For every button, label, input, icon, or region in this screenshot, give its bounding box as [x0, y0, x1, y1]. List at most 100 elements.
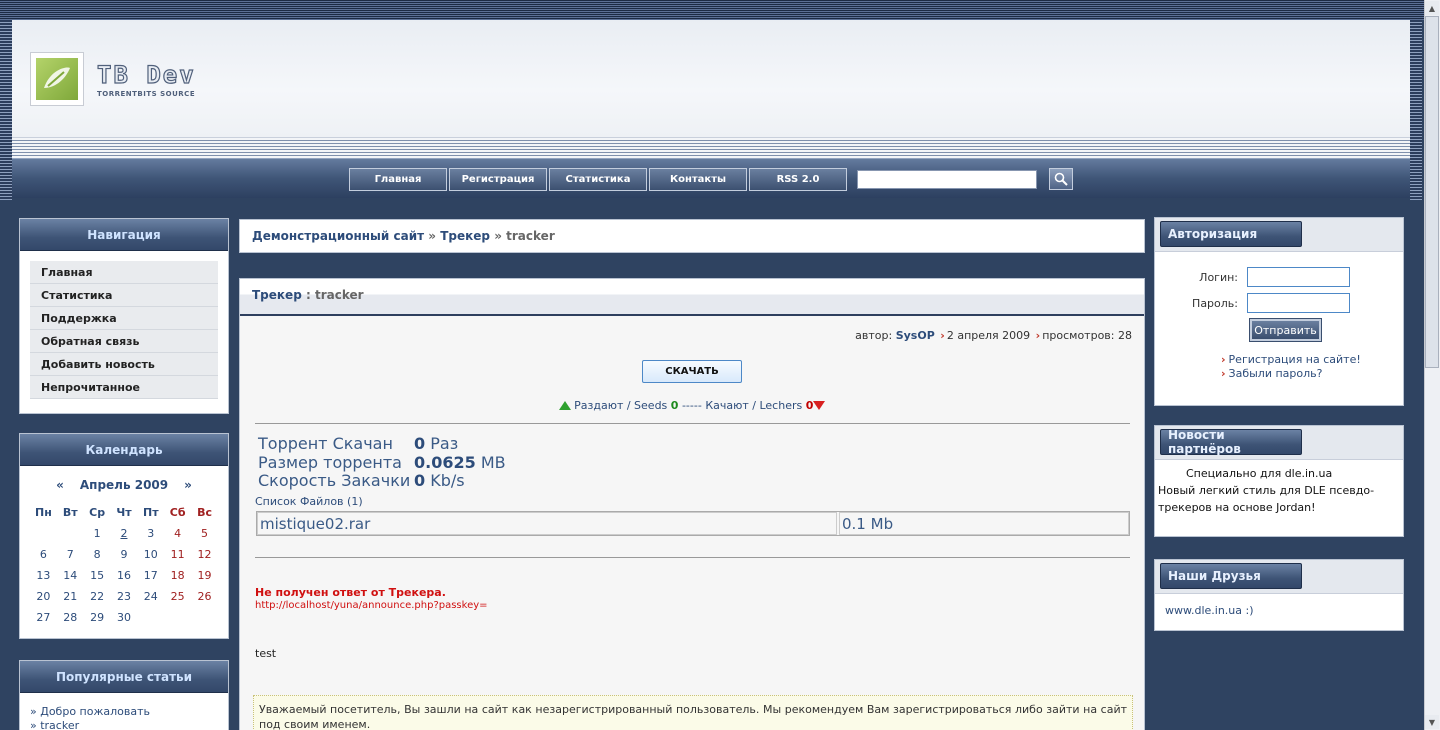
calendar-day[interactable]: 23 — [111, 586, 138, 607]
calendar-day[interactable]: 13 — [30, 565, 57, 586]
sidebar-item-support[interactable]: Поддержка — [30, 307, 218, 330]
sidebar-item-feedback[interactable]: Обратная связь — [30, 330, 218, 353]
calendar-next-month[interactable]: » — [184, 478, 192, 492]
calendar-day[interactable]: 2 — [111, 523, 138, 544]
calendar-day[interactable]: 22 — [84, 586, 111, 607]
calendar-day[interactable]: 12 — [191, 544, 218, 565]
sidebar-item-stats[interactable]: Статистика — [30, 284, 218, 307]
sidebar-item-home[interactable]: Главная — [30, 261, 218, 284]
calendar-day[interactable]: 15 — [84, 565, 111, 586]
calendar-day[interactable]: 5 — [191, 523, 218, 544]
password-field[interactable] — [1247, 293, 1350, 313]
author-label: автор: — [855, 329, 893, 342]
article-title: tracker — [314, 288, 364, 302]
calendar-day[interactable]: 9 — [111, 544, 138, 565]
calendar-day[interactable]: 18 — [164, 565, 191, 586]
calendar-day[interactable]: 4 — [164, 523, 191, 544]
scroll-thumb[interactable] — [1425, 16, 1439, 368]
header-left-pattern — [0, 20, 12, 200]
leechers-count: 0 — [805, 399, 814, 412]
popular-article-link[interactable]: » Добро пожаловать — [30, 705, 218, 719]
breadcrumb-separator: » — [494, 229, 502, 243]
calendar-day[interactable]: 1 — [84, 523, 111, 544]
calendar-day[interactable]: 30 — [111, 607, 138, 628]
scroll-up-arrow-icon[interactable]: ▲ — [1425, 1, 1439, 15]
partners-line-1[interactable]: Специально для dle.in.ua — [1158, 465, 1400, 482]
file-name: mistique02.rar — [257, 512, 837, 535]
breadcrumb-current: tracker — [506, 229, 555, 243]
calendar-day[interactable]: 3 — [137, 523, 164, 544]
calendar-day[interactable]: 27 — [30, 607, 57, 628]
calendar-day[interactable]: 11 — [164, 544, 191, 565]
auth-header: Авторизация — [1155, 218, 1403, 252]
calendar-weekday: Пт — [143, 506, 159, 519]
breadcrumb-site-link[interactable]: Демонстрационный сайт — [252, 229, 424, 243]
header-stripes — [12, 138, 1410, 158]
calendar-weekday: Вт — [62, 506, 78, 519]
file-list-toggle[interactable]: Список Файлов (1) — [255, 495, 363, 508]
site-logo[interactable] — [30, 52, 84, 106]
breadcrumb-section-link[interactable]: Трекер — [440, 229, 490, 243]
friends-header: Наши Друзья — [1155, 560, 1403, 594]
nav-stats-button[interactable]: Статистика — [549, 168, 647, 191]
article-category-link[interactable]: Трекер — [252, 288, 302, 302]
partners-line-2[interactable]: Новый легкий стиль для DLE псевдо-трекер… — [1158, 482, 1400, 516]
login-submit-button[interactable]: Отправить — [1249, 318, 1322, 342]
author-link[interactable]: SysOP — [896, 329, 935, 342]
partners-header: Новости партнёров — [1155, 426, 1403, 460]
divider — [255, 423, 1130, 424]
calendar-day[interactable]: 16 — [111, 565, 138, 586]
scroll-down-arrow-icon[interactable]: ▼ — [1425, 715, 1439, 729]
popular-article-link[interactable]: » tracker — [30, 719, 218, 730]
calendar-day[interactable]: 17 — [137, 565, 164, 586]
calendar-day[interactable]: 8 — [84, 544, 111, 565]
calendar-day[interactable]: 28 — [57, 607, 84, 628]
calendar-day[interactable]: 25 — [164, 586, 191, 607]
calendar-prev-month[interactable]: « — [56, 478, 64, 492]
views-label: просмотров: — [1042, 329, 1115, 342]
search-button[interactable] — [1049, 168, 1073, 190]
sidebar-item-add-news[interactable]: Добавить новость — [30, 353, 218, 376]
logo-title: TB Dev — [96, 61, 196, 89]
popular-articles-title: Популярные статьи — [20, 661, 228, 693]
nav-home-button[interactable]: Главная — [349, 168, 447, 191]
article-header: Трекер : tracker — [240, 279, 1144, 316]
login-field[interactable] — [1247, 267, 1350, 287]
calendar-month-label: Апрель 2009 — [79, 478, 169, 492]
arrow-down-icon — [813, 401, 826, 410]
friends-link[interactable]: www.dle.in.ua :) — [1165, 604, 1254, 617]
register-link[interactable]: Регистрация на сайте! — [1229, 353, 1361, 366]
calendar-day[interactable]: 6 — [30, 544, 57, 565]
nav-contacts-button[interactable]: Контакты — [649, 168, 747, 191]
calendar-day — [191, 607, 218, 628]
tracker-announce-url[interactable]: http://localhost/yuna/announce.php?passk… — [255, 600, 488, 611]
navigation-title: Навигация — [20, 219, 228, 251]
download-button[interactable]: СКАЧАТЬ — [642, 360, 742, 383]
nav-rss-button[interactable]: RSS 2.0 — [749, 168, 847, 191]
calendar-day[interactable]: 10 — [137, 544, 164, 565]
header-right-pattern — [1410, 20, 1422, 200]
calendar-day[interactable]: 7 — [57, 544, 84, 565]
auth-title: Авторизация — [1160, 221, 1302, 247]
calendar-day[interactable]: 24 — [137, 586, 164, 607]
calendar-day[interactable]: 26 — [191, 586, 218, 607]
guest-notice: Уважаемый посетитель, Вы зашли на сайт к… — [253, 695, 1133, 730]
seeds-count: 0 — [670, 399, 679, 412]
calendar-day[interactable]: 29 — [84, 607, 111, 628]
calendar-day[interactable]: 14 — [57, 565, 84, 586]
search-input[interactable] — [857, 170, 1037, 189]
nav-register-button[interactable]: Регистрация — [449, 168, 547, 191]
calendar-day[interactable]: 20 — [30, 586, 57, 607]
calendar-day[interactable]: 19 — [191, 565, 218, 586]
calendar-weekday: Чт — [116, 506, 132, 519]
partners-block: Новости партнёров Специально для dle.in.… — [1154, 425, 1404, 537]
seeds-label: Раздают / Seeds — [574, 399, 668, 412]
calendar-weekday: Пн — [35, 506, 52, 519]
stat-value-speed: 0 — [414, 471, 426, 490]
sidebar-item-unread[interactable]: Непрочитанное — [30, 376, 218, 399]
calendar-weekday: Вс — [197, 506, 212, 519]
search-icon — [1054, 172, 1068, 186]
calendar-block: Календарь « Апрель 2009 » Пн Вт Ср Чт Пт Сб Вс… — [19, 433, 229, 639]
calendar-day[interactable]: 21 — [57, 586, 84, 607]
forgot-password-link[interactable]: Забыли пароль? — [1229, 367, 1323, 380]
